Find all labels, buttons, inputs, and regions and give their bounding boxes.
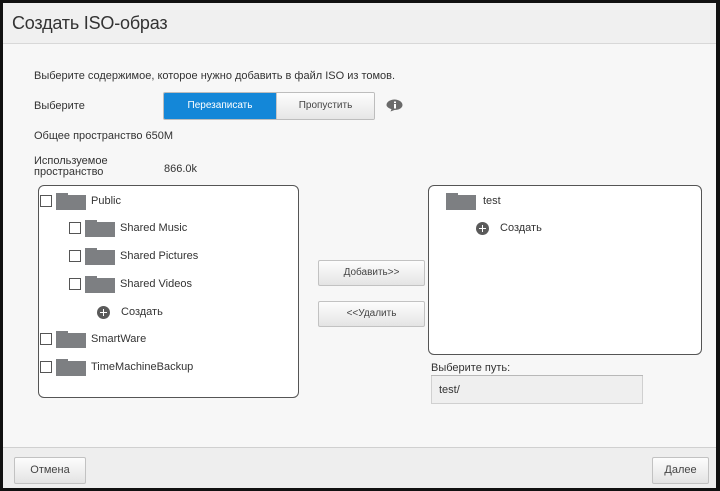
path-input[interactable]: [431, 376, 643, 404]
target-folder-tree[interactable]: test Создать: [428, 185, 702, 355]
tree-item-label: Shared Music: [120, 222, 188, 234]
checkbox-timemachinebackup[interactable]: [40, 361, 52, 373]
folder-icon: [56, 330, 86, 348]
dialog-title: Создать ISO-образ: [12, 13, 168, 33]
tree-item-label: Shared Pictures: [120, 250, 199, 262]
tree-item-shared-videos[interactable]: Shared Videos: [69, 275, 192, 293]
dialog-footer: Отмена Далее: [3, 447, 716, 488]
tree-item-smartware[interactable]: SmartWare: [40, 330, 146, 348]
source-volume-tree[interactable]: Public Shared Music Shared Pictures Shar…: [38, 185, 299, 398]
tree-item-shared-pictures[interactable]: Shared Pictures: [69, 247, 198, 265]
conflict-option-toggle: Перезаписать Пропустить: [163, 92, 375, 120]
create-label: Создать: [121, 306, 163, 318]
add-icon: [97, 305, 110, 319]
skip-button[interactable]: Пропустить: [276, 93, 374, 119]
folder-icon: [85, 275, 115, 293]
total-space-text: Общее пространство 650M: [34, 130, 174, 142]
dialog-body: Выберите содержимое, которое нужно добав…: [3, 45, 716, 444]
folder-icon: [56, 358, 86, 376]
used-space-value: 866.0k: [164, 163, 198, 175]
tree-item-label: Public: [91, 195, 121, 207]
folder-icon: [56, 192, 86, 210]
info-icon[interactable]: [386, 99, 403, 112]
remove-button[interactable]: <<Удалить: [318, 301, 425, 327]
create-folder-source[interactable]: Создать: [97, 303, 163, 321]
tree-item-label: Shared Videos: [120, 278, 192, 290]
tree-item-public[interactable]: Public: [40, 192, 121, 210]
tree-item-label: test: [483, 195, 501, 207]
dialog-titlebar: Создать ISO-образ: [3, 3, 716, 44]
create-folder-target[interactable]: Создать: [476, 219, 542, 237]
tree-item-timemachinebackup[interactable]: TimeMachineBackup: [40, 358, 193, 376]
folder-icon: [446, 192, 476, 210]
used-space-label: Используемое пространство: [34, 156, 108, 178]
add-button[interactable]: Добавить>>: [318, 260, 425, 286]
checkbox-shared-pictures[interactable]: [69, 250, 81, 262]
tree-item-label: SmartWare: [91, 333, 147, 345]
tree-item-label: TimeMachineBackup: [91, 361, 194, 373]
tree-item-shared-music[interactable]: Shared Music: [69, 219, 187, 237]
create-label: Создать: [500, 222, 542, 234]
create-iso-dialog: Создать ISO-образ Выберите содержимое, к…: [0, 0, 720, 491]
folder-icon: [85, 247, 115, 265]
conflict-option-label: Выберите: [34, 100, 85, 112]
instruction-text: Выберите содержимое, которое нужно добав…: [34, 70, 396, 82]
folder-icon: [85, 219, 115, 237]
checkbox-smartware[interactable]: [40, 333, 52, 345]
tree-item-test[interactable]: test: [446, 192, 501, 210]
cancel-button[interactable]: Отмена: [14, 457, 86, 484]
used-space-label-line2: пространство: [34, 166, 104, 178]
overwrite-button[interactable]: Перезаписать: [164, 93, 276, 119]
add-icon: [476, 221, 489, 235]
checkbox-shared-videos[interactable]: [69, 278, 81, 290]
path-label: Выберите путь:: [431, 362, 511, 374]
next-button[interactable]: Далее: [652, 457, 709, 484]
checkbox-shared-music[interactable]: [69, 222, 81, 234]
checkbox-public[interactable]: [40, 195, 52, 207]
